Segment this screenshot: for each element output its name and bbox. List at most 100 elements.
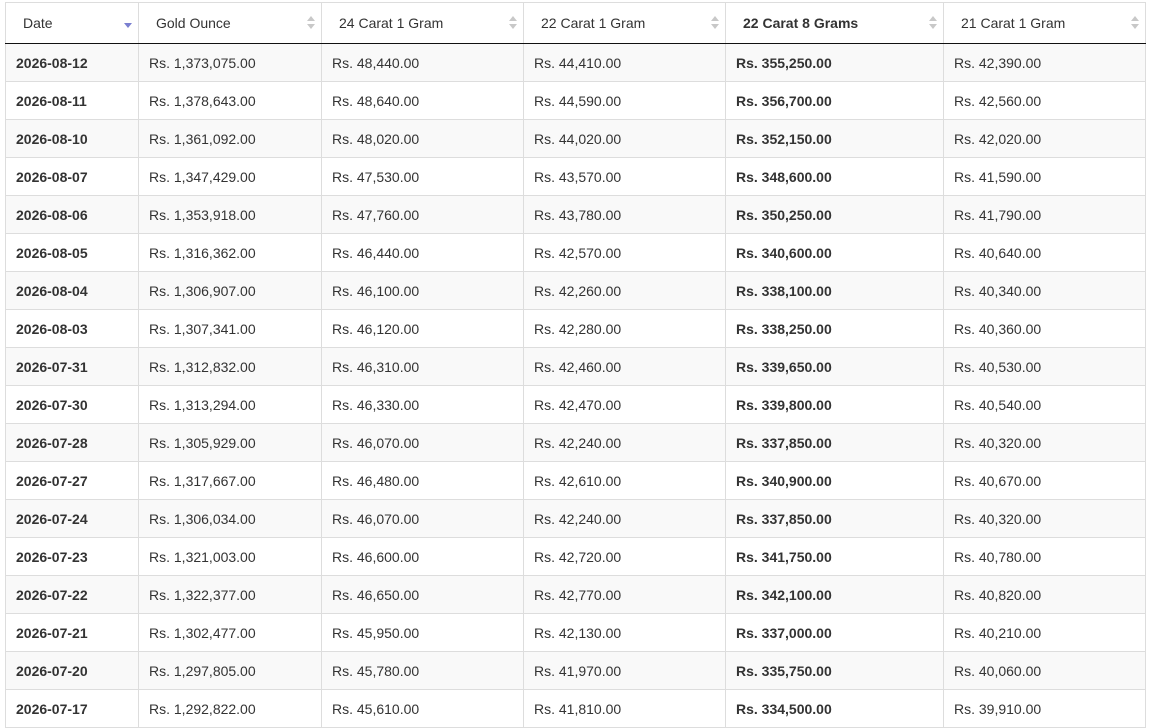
- date-cell: 2026-07-27: [5, 461, 139, 500]
- header-row: Date Gold Ounce 24 Carat 1 Gram 22 Carat…: [5, 2, 1146, 44]
- 21-carat-1-gram-cell: Rs. 42,390.00: [943, 43, 1146, 82]
- 22-carat-1-gram-cell: Rs. 42,570.00: [523, 233, 726, 272]
- 21-carat-1-gram-cell: Rs. 40,820.00: [943, 575, 1146, 614]
- table-row: 2026-08-03 Rs. 1,307,341.00 Rs. 46,120.00 R…: [5, 309, 1146, 348]
- gold-ounce-cell: Rs. 1,306,034.00: [138, 499, 322, 538]
- 22-carat-8-grams-cell: Rs. 341,750.00: [725, 537, 944, 576]
- 21-carat-1-gram-cell: Rs. 40,360.00: [943, 309, 1146, 348]
- 24-carat-1-gram-cell: Rs. 46,330.00: [321, 385, 524, 424]
- gold-ounce-cell: Rs. 1,313,294.00: [138, 385, 322, 424]
- column-header-label: 24 Carat 1 Gram: [339, 15, 444, 31]
- 21-carat-1-gram-cell: Rs. 40,320.00: [943, 499, 1146, 538]
- 22-carat-1-gram-cell: Rs. 42,240.00: [523, 499, 726, 538]
- 24-carat-1-gram-cell: Rs. 46,120.00: [321, 309, 524, 348]
- date-cell: 2026-08-04: [5, 271, 139, 310]
- table-row: 2026-07-28 Rs. 1,305,929.00 Rs. 46,070.00 R…: [5, 423, 1146, 462]
- 21-carat-1-gram-cell: Rs. 40,210.00: [943, 613, 1146, 652]
- date-cell: 2026-07-24: [5, 499, 139, 538]
- column-header-label: 21 Carat 1 Gram: [961, 15, 1066, 31]
- 22-carat-8-grams-cell: Rs. 340,900.00: [725, 461, 944, 500]
- table-body: 2026-08-12 Rs. 1,373,075.00 Rs. 48,440.00 R…: [5, 43, 1146, 728]
- 22-carat-8-grams-cell: Rs. 340,600.00: [725, 233, 944, 272]
- 22-carat-1-gram-cell: Rs. 42,610.00: [523, 461, 726, 500]
- gold-ounce-cell: Rs. 1,378,643.00: [138, 81, 322, 120]
- 22-carat-1-gram-cell: Rs. 42,240.00: [523, 423, 726, 462]
- date-cell: 2026-08-12: [5, 43, 139, 82]
- 21-carat-1-gram-cell: Rs. 40,340.00: [943, 271, 1146, 310]
- 22-carat-1-gram-cell: Rs. 42,460.00: [523, 347, 726, 386]
- date-cell: 2026-08-03: [5, 309, 139, 348]
- date-cell: 2026-07-30: [5, 385, 139, 424]
- gold-ounce-cell: Rs. 1,297,805.00: [138, 651, 322, 690]
- table-row: 2026-08-06 Rs. 1,353,918.00 Rs. 47,760.00 R…: [5, 195, 1146, 234]
- 21-carat-1-gram-cell: Rs. 40,670.00: [943, 461, 1146, 500]
- column-header-label: Date: [23, 15, 53, 31]
- 24-carat-1-gram-cell: Rs. 46,310.00: [321, 347, 524, 386]
- sort-both-icon: [711, 16, 719, 30]
- gold-ounce-cell: Rs. 1,292,822.00: [138, 689, 322, 728]
- date-cell: 2026-07-22: [5, 575, 139, 614]
- 24-carat-1-gram-cell: Rs. 47,530.00: [321, 157, 524, 196]
- column-header-label: 22 Carat 1 Gram: [541, 15, 646, 31]
- gold-ounce-cell: Rs. 1,302,477.00: [138, 613, 322, 652]
- table-row: 2026-07-21 Rs. 1,302,477.00 Rs. 45,950.00 R…: [5, 613, 1146, 652]
- 24-carat-1-gram-cell: Rs. 48,440.00: [321, 43, 524, 82]
- 22-carat-8-grams-cell: Rs. 355,250.00: [725, 43, 944, 82]
- gold-ounce-cell: Rs. 1,316,362.00: [138, 233, 322, 272]
- gold-ounce-cell: Rs. 1,321,003.00: [138, 537, 322, 576]
- 22-carat-1-gram-cell: Rs. 44,410.00: [523, 43, 726, 82]
- column-header-22-carat-8-grams[interactable]: 22 Carat 8 Grams: [725, 2, 944, 44]
- 24-carat-1-gram-cell: Rs. 46,070.00: [321, 423, 524, 462]
- 22-carat-8-grams-cell: Rs. 337,850.00: [725, 499, 944, 538]
- 24-carat-1-gram-cell: Rs. 48,020.00: [321, 119, 524, 158]
- gold-ounce-cell: Rs. 1,306,907.00: [138, 271, 322, 310]
- 21-carat-1-gram-cell: Rs. 42,560.00: [943, 81, 1146, 120]
- sort-both-icon: [307, 16, 315, 30]
- date-cell: 2026-08-07: [5, 157, 139, 196]
- gold-ounce-cell: Rs. 1,317,667.00: [138, 461, 322, 500]
- 22-carat-1-gram-cell: Rs. 42,470.00: [523, 385, 726, 424]
- 22-carat-8-grams-cell: Rs. 334,500.00: [725, 689, 944, 728]
- 22-carat-8-grams-cell: Rs. 337,850.00: [725, 423, 944, 462]
- gold-price-table: Date Gold Ounce 24 Carat 1 Gram 22 Carat…: [5, 2, 1146, 728]
- 22-carat-8-grams-cell: Rs. 350,250.00: [725, 195, 944, 234]
- 22-carat-8-grams-cell: Rs. 356,700.00: [725, 81, 944, 120]
- 21-carat-1-gram-cell: Rs. 40,780.00: [943, 537, 1146, 576]
- gold-ounce-cell: Rs. 1,305,929.00: [138, 423, 322, 462]
- date-cell: 2026-08-06: [5, 195, 139, 234]
- 22-carat-1-gram-cell: Rs. 44,590.00: [523, 81, 726, 120]
- 22-carat-1-gram-cell: Rs. 42,770.00: [523, 575, 726, 614]
- 24-carat-1-gram-cell: Rs. 46,650.00: [321, 575, 524, 614]
- 22-carat-1-gram-cell: Rs. 42,260.00: [523, 271, 726, 310]
- 24-carat-1-gram-cell: Rs. 48,640.00: [321, 81, 524, 120]
- column-header-gold-ounce[interactable]: Gold Ounce: [138, 2, 322, 44]
- table-row: 2026-07-30 Rs. 1,313,294.00 Rs. 46,330.00 R…: [5, 385, 1146, 424]
- 24-carat-1-gram-cell: Rs. 45,610.00: [321, 689, 524, 728]
- table-row: 2026-08-05 Rs. 1,316,362.00 Rs. 46,440.00 R…: [5, 233, 1146, 272]
- column-header-date[interactable]: Date: [5, 2, 139, 44]
- column-header-22-carat-1-gram[interactable]: 22 Carat 1 Gram: [523, 2, 726, 44]
- table-row: 2026-07-24 Rs. 1,306,034.00 Rs. 46,070.00 R…: [5, 499, 1146, 538]
- gold-ounce-cell: Rs. 1,347,429.00: [138, 157, 322, 196]
- table-row: 2026-07-27 Rs. 1,317,667.00 Rs. 46,480.00 R…: [5, 461, 1146, 500]
- table-row: 2026-08-11 Rs. 1,378,643.00 Rs. 48,640.00 R…: [5, 81, 1146, 120]
- column-header-24-carat-1-gram[interactable]: 24 Carat 1 Gram: [321, 2, 524, 44]
- gold-ounce-cell: Rs. 1,373,075.00: [138, 43, 322, 82]
- 22-carat-8-grams-cell: Rs. 337,000.00: [725, 613, 944, 652]
- column-header-label: 22 Carat 8 Grams: [743, 15, 859, 31]
- 22-carat-8-grams-cell: Rs. 348,600.00: [725, 157, 944, 196]
- 24-carat-1-gram-cell: Rs. 45,950.00: [321, 613, 524, 652]
- column-header-21-carat-1-gram[interactable]: 21 Carat 1 Gram: [943, 2, 1146, 44]
- 22-carat-8-grams-cell: Rs. 338,100.00: [725, 271, 944, 310]
- gold-price-table-container: Date Gold Ounce 24 Carat 1 Gram 22 Carat…: [5, 2, 1146, 728]
- 21-carat-1-gram-cell: Rs. 40,640.00: [943, 233, 1146, 272]
- table-header: Date Gold Ounce 24 Carat 1 Gram 22 Carat…: [5, 2, 1146, 44]
- 22-carat-8-grams-cell: Rs. 339,650.00: [725, 347, 944, 386]
- sort-descending-icon: [124, 16, 132, 30]
- date-cell: 2026-08-11: [5, 81, 139, 120]
- 21-carat-1-gram-cell: Rs. 41,590.00: [943, 157, 1146, 196]
- 22-carat-1-gram-cell: Rs. 43,570.00: [523, 157, 726, 196]
- 21-carat-1-gram-cell: Rs. 40,320.00: [943, 423, 1146, 462]
- sort-both-icon: [1131, 16, 1139, 30]
- table-row: 2026-08-10 Rs. 1,361,092.00 Rs. 48,020.00 R…: [5, 119, 1146, 158]
